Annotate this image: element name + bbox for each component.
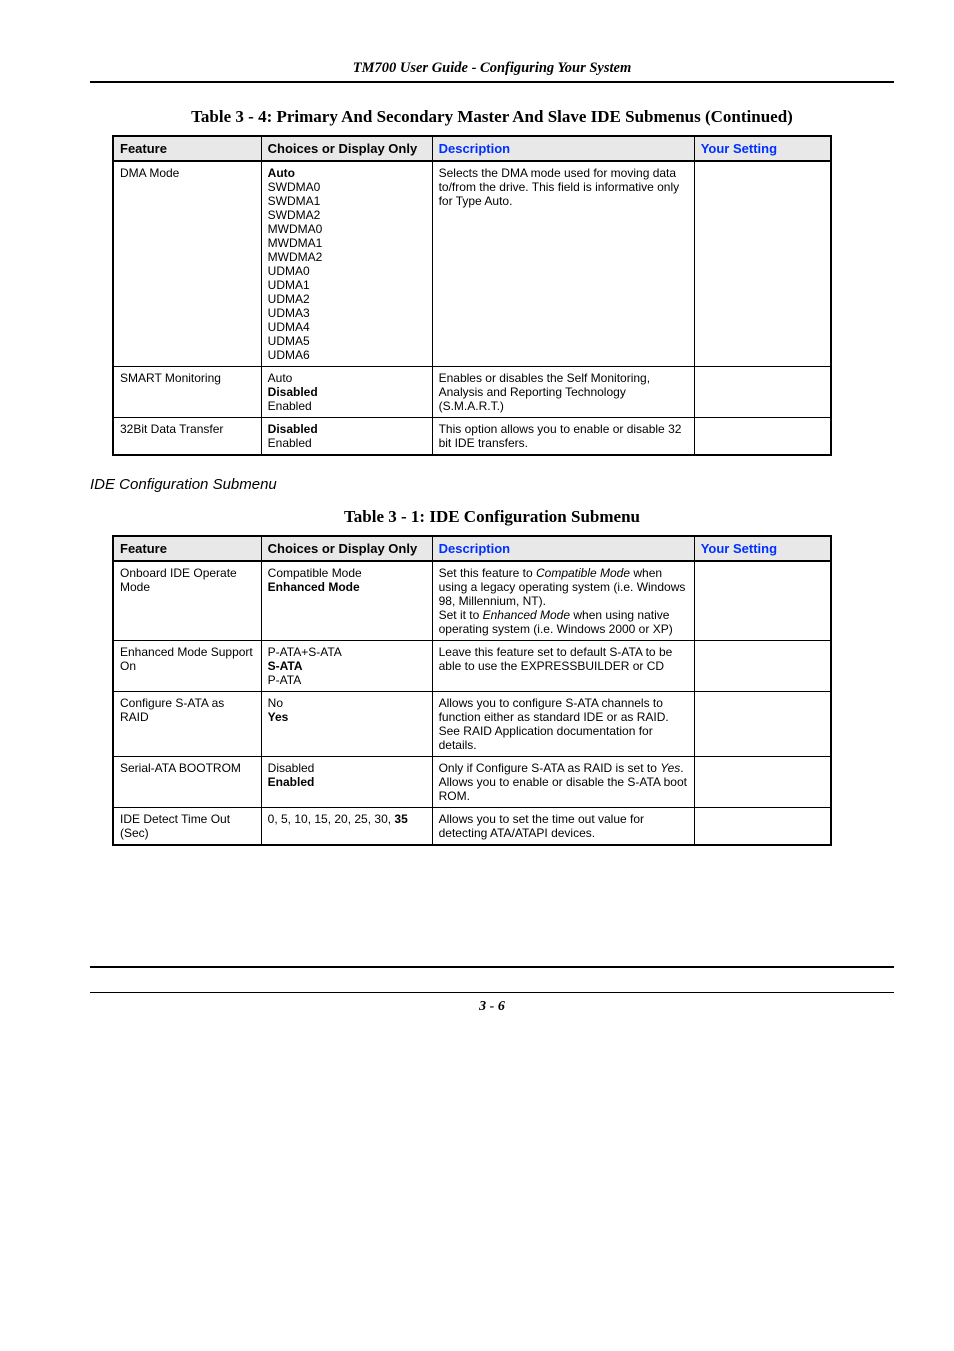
table-a: Feature Choices or Display Only Descript… bbox=[112, 135, 832, 456]
cell-setting[interactable] bbox=[694, 418, 831, 456]
cell-choices: NoYes bbox=[261, 692, 432, 757]
cell-description: Set this feature to Compatible Mode when… bbox=[432, 561, 694, 641]
cell-choices: AutoSWDMA0SWDMA1SWDMA2MWDMA0MWDMA1MWDMA2… bbox=[261, 161, 432, 367]
cell-setting[interactable] bbox=[694, 641, 831, 692]
table-b-caption: Table 3 - 1: IDE Configuration Submenu bbox=[90, 507, 894, 527]
table-row: Enhanced Mode Support OnP-ATA+S-ATAS-ATA… bbox=[113, 641, 831, 692]
cell-setting[interactable] bbox=[694, 367, 831, 418]
cell-setting[interactable] bbox=[694, 692, 831, 757]
cell-description: Leave this feature set to default S-ATA … bbox=[432, 641, 694, 692]
cell-choices: DisabledEnabled bbox=[261, 418, 432, 456]
table-row: Serial-ATA BOOTROMDisabledEnabledOnly if… bbox=[113, 757, 831, 808]
cell-description: This option allows you to enable or disa… bbox=[432, 418, 694, 456]
table-row: Onboard IDE Operate ModeCompatible ModeE… bbox=[113, 561, 831, 641]
footer-rule-2 bbox=[90, 992, 894, 993]
cell-choices: DisabledEnabled bbox=[261, 757, 432, 808]
cell-setting[interactable] bbox=[694, 757, 831, 808]
cell-setting[interactable] bbox=[694, 561, 831, 641]
cell-description: Allows you to set the time out value for… bbox=[432, 808, 694, 846]
col-setting: Your Setting bbox=[694, 136, 831, 161]
table-row: DMA ModeAutoSWDMA0SWDMA1SWDMA2MWDMA0MWDM… bbox=[113, 161, 831, 367]
cell-choices: AutoDisabledEnabled bbox=[261, 367, 432, 418]
table-a-caption: Table 3 - 4: Primary And Secondary Maste… bbox=[90, 107, 894, 127]
cell-feature: DMA Mode bbox=[113, 161, 261, 367]
table-b: Feature Choices or Display Only Descript… bbox=[112, 535, 832, 846]
col-description: Description bbox=[432, 136, 694, 161]
col-description: Description bbox=[432, 536, 694, 561]
cell-feature: Configure S-ATA as RAID bbox=[113, 692, 261, 757]
header-rule bbox=[90, 81, 894, 83]
cell-choices: Compatible ModeEnhanced Mode bbox=[261, 561, 432, 641]
cell-setting[interactable] bbox=[694, 808, 831, 846]
table-a-header-row: Feature Choices or Display Only Descript… bbox=[113, 136, 831, 161]
cell-description: Selects the DMA mode used for moving dat… bbox=[432, 161, 694, 367]
section-b-heading: IDE Configuration Submenu bbox=[90, 476, 894, 493]
col-feature: Feature bbox=[113, 136, 261, 161]
cell-choices: 0, 5, 10, 15, 20, 25, 30, 35 bbox=[261, 808, 432, 846]
col-choices: Choices or Display Only bbox=[261, 536, 432, 561]
cell-feature: 32Bit Data Transfer bbox=[113, 418, 261, 456]
cell-feature: Onboard IDE Operate Mode bbox=[113, 561, 261, 641]
cell-choices: P-ATA+S-ATAS-ATAP-ATA bbox=[261, 641, 432, 692]
cell-description: Allows you to configure S-ATA channels t… bbox=[432, 692, 694, 757]
cell-feature: SMART Monitoring bbox=[113, 367, 261, 418]
table-row: Configure S-ATA as RAIDNoYesAllows you t… bbox=[113, 692, 831, 757]
cell-description: Enables or disables the Self Monitoring,… bbox=[432, 367, 694, 418]
cell-setting[interactable] bbox=[694, 161, 831, 367]
table-row: 32Bit Data TransferDisabledEnabledThis o… bbox=[113, 418, 831, 456]
page-footer: 3 - 6 bbox=[90, 966, 894, 1015]
cell-feature: IDE Detect Time Out (Sec) bbox=[113, 808, 261, 846]
cell-feature: Serial-ATA BOOTROM bbox=[113, 757, 261, 808]
col-feature: Feature bbox=[113, 536, 261, 561]
col-choices: Choices or Display Only bbox=[261, 136, 432, 161]
table-b-header-row: Feature Choices or Display Only Descript… bbox=[113, 536, 831, 561]
page-number: 3 - 6 bbox=[90, 999, 894, 1015]
cell-feature: Enhanced Mode Support On bbox=[113, 641, 261, 692]
page-header-title: TM700 User Guide - Configuring Your Syst… bbox=[90, 60, 894, 77]
table-row: IDE Detect Time Out (Sec)0, 5, 10, 15, 2… bbox=[113, 808, 831, 846]
col-setting: Your Setting bbox=[694, 536, 831, 561]
table-row: SMART MonitoringAutoDisabledEnabledEnabl… bbox=[113, 367, 831, 418]
cell-description: Only if Configure S-ATA as RAID is set t… bbox=[432, 757, 694, 808]
footer-rule-1 bbox=[90, 966, 894, 968]
